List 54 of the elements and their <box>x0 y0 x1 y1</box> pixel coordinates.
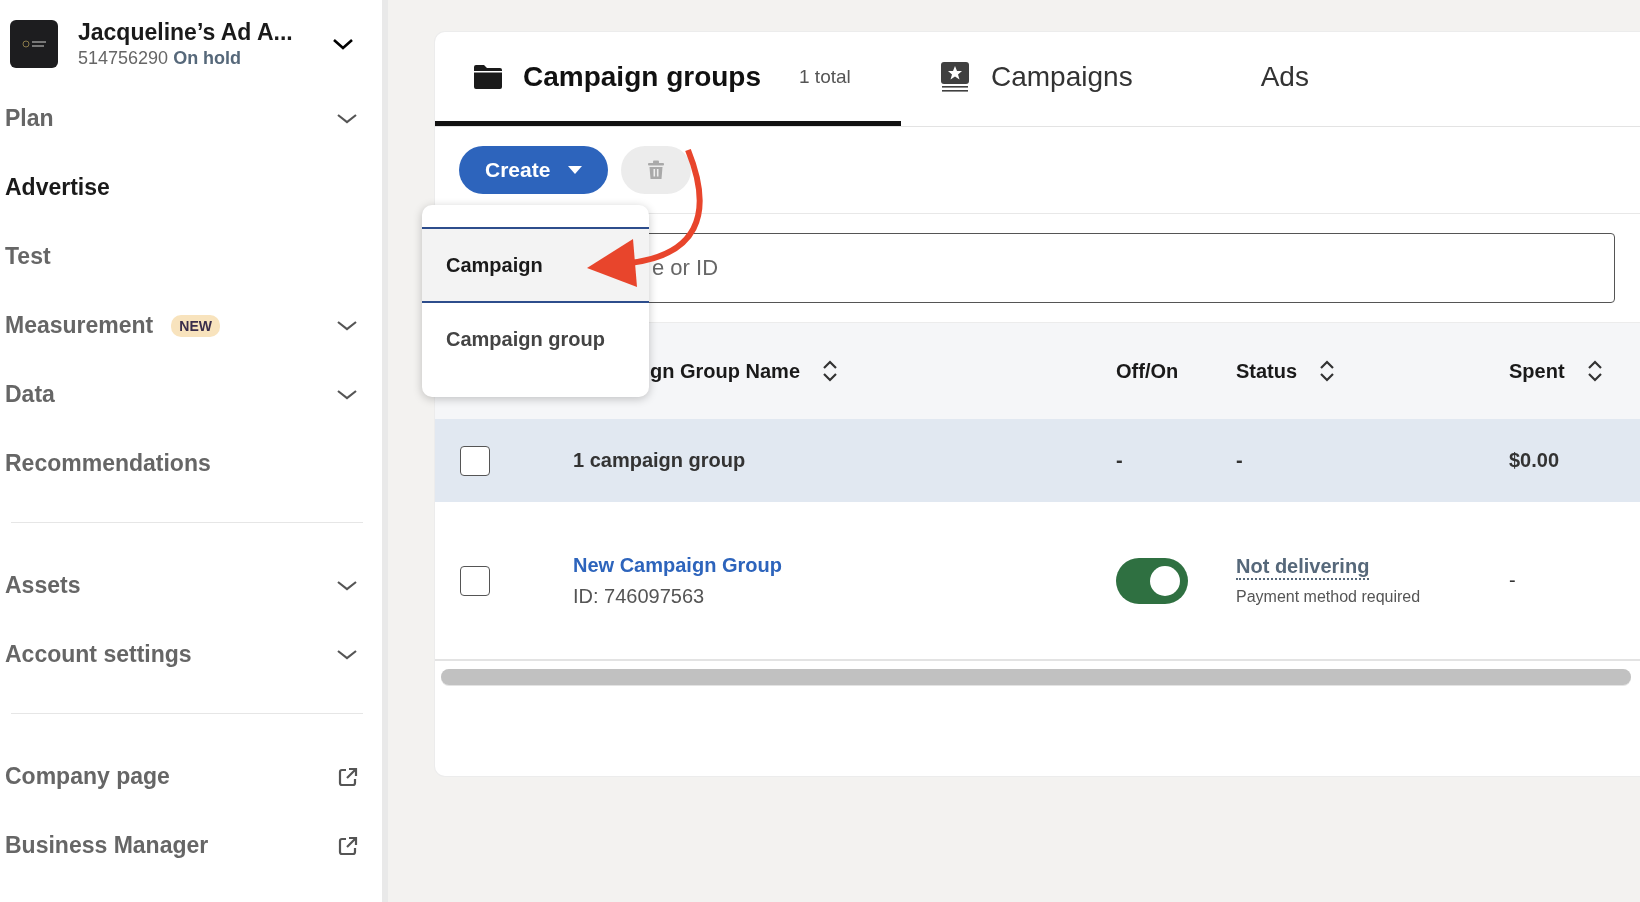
table-cell-text: - <box>1236 449 1244 472</box>
column-header[interactable]: Off/On <box>1116 359 1179 383</box>
sidebar-item[interactable]: Business Manager <box>5 832 209 859</box>
sidebar-item[interactable]: Account settings <box>5 641 192 668</box>
tab-count: 1 total <box>799 65 851 88</box>
table-cell: $0.00 <box>1509 449 1560 471</box>
chevron-down-icon[interactable] <box>336 648 358 661</box>
account-status: On hold <box>173 48 242 68</box>
row-checkbox[interactable] <box>460 445 490 476</box>
create-button[interactable]: Create <box>459 146 609 194</box>
table-cell: - <box>1509 569 1516 591</box>
account-name: Jacqueline’s Ad A... <box>78 19 294 46</box>
toggle-switch[interactable] <box>1116 557 1188 604</box>
chevron-down-icon[interactable] <box>332 37 354 51</box>
row-checkbox[interactable] <box>460 565 490 596</box>
star-card-icon <box>939 60 971 93</box>
sidebar-item[interactable]: Plan <box>5 105 54 132</box>
sort-icon[interactable] <box>1319 360 1336 382</box>
sidebar-item[interactable]: Company page <box>5 763 170 790</box>
sidebar-item[interactable]: Measurement <box>5 312 154 339</box>
status-detail: Payment method required <box>1236 588 1422 606</box>
sort-icon[interactable] <box>822 360 838 382</box>
sidebar-item[interactable]: Advertise <box>5 174 110 201</box>
external-link-icon[interactable] <box>338 766 358 787</box>
status-link[interactable]: Not delivering <box>1236 555 1370 580</box>
sidebar-item[interactable]: Recommendations <box>5 450 211 477</box>
chevron-down-icon[interactable] <box>336 388 358 401</box>
chevron-down-icon[interactable] <box>336 319 358 332</box>
trash-icon <box>647 160 666 180</box>
tab[interactable]: Campaigns <box>901 32 1171 126</box>
folder-icon <box>473 63 503 90</box>
account-logo-icon <box>10 20 58 68</box>
new-badge: NEW <box>171 314 220 337</box>
chevron-down-icon[interactable] <box>336 112 358 125</box>
account-id: 514756290 <box>78 48 169 68</box>
sidebar-item[interactable]: Test <box>5 243 51 270</box>
menu-item[interactable]: Campaign <box>422 227 649 303</box>
horizontal-scrollbar[interactable] <box>441 669 1631 686</box>
tab[interactable]: Campaign groups 1 total <box>435 32 901 126</box>
tab[interactable]: Ads <box>1170 32 1347 126</box>
table-cell: - <box>1116 449 1123 471</box>
sidebar-item[interactable]: Assets <box>5 572 81 599</box>
external-link-icon[interactable] <box>338 835 358 856</box>
campaign-group-link[interactable]: New Campaign Group <box>573 553 1116 577</box>
sidebar-item[interactable]: Data <box>5 381 55 408</box>
campaign-group-id: ID: 746097563 <box>573 584 706 608</box>
sort-icon[interactable] <box>1586 360 1603 382</box>
column-header[interactable]: Spent <box>1509 359 1565 383</box>
table-cell: 1 campaign group <box>573 449 746 471</box>
column-header[interactable]: Status <box>1236 359 1298 383</box>
menu-item[interactable]: Campaign group <box>422 303 649 375</box>
column-header[interactable]: gn Group Name <box>650 359 800 383</box>
caret-icon <box>568 166 583 174</box>
chevron-down-icon[interactable] <box>336 579 358 592</box>
